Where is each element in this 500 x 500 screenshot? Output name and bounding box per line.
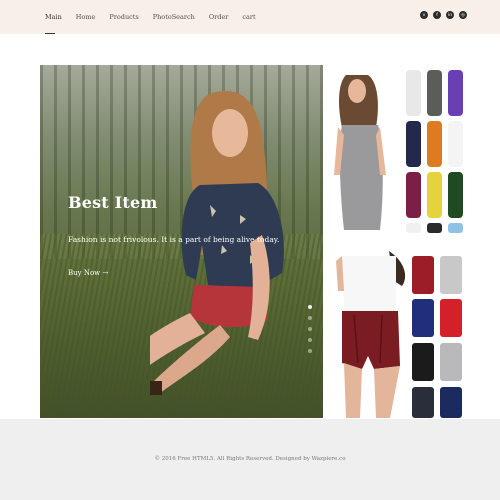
social-links: v f in ◎ <box>420 11 467 19</box>
slider-dot[interactable] <box>308 316 312 320</box>
top-navigation-bar: Main Home Products PhotoSearch Order car… <box>0 0 500 34</box>
buy-now-button[interactable]: Buy Now → <box>68 269 108 277</box>
nav-item-home[interactable]: Home <box>76 13 96 21</box>
hero-title: Best Item <box>68 193 158 212</box>
hero-slider: Best Item Fashion is not frivolous. It i… <box>40 65 323 418</box>
slider-dot[interactable] <box>308 338 312 342</box>
slider-dot[interactable] <box>308 305 312 309</box>
site-footer: © 2016 Free HTML5. All Rights Reserved. … <box>0 419 500 500</box>
dribbble-icon[interactable]: ◎ <box>459 11 467 19</box>
nav-item-main[interactable]: Main <box>45 13 62 34</box>
buy-now-label: Buy Now <box>68 269 101 277</box>
shorts-image <box>334 251 467 418</box>
copyright-text: © 2016 Free HTML5. All Rights Reserved. … <box>154 456 346 462</box>
slider-dot[interactable] <box>308 327 312 331</box>
slider-dot[interactable] <box>308 349 312 353</box>
product-tile-tank-tops[interactable] <box>334 65 467 233</box>
nav-item-cart[interactable]: cart <box>242 13 255 21</box>
vimeo-icon[interactable]: v <box>420 11 428 19</box>
tank-tops-image <box>334 65 467 233</box>
main-nav: Main Home Products PhotoSearch Order car… <box>45 13 270 34</box>
slider-dots <box>308 305 312 353</box>
linkedin-icon[interactable]: in <box>446 11 454 19</box>
nav-item-photosearch[interactable]: PhotoSearch <box>153 13 195 21</box>
nav-item-products[interactable]: Products <box>109 13 138 21</box>
arrow-right-icon: → <box>102 269 109 277</box>
hero-model-image <box>150 90 284 395</box>
hero-subtitle: Fashion is not frivolous. It is a part o… <box>68 235 280 244</box>
facebook-icon[interactable]: f <box>433 11 441 19</box>
product-tile-shorts[interactable] <box>334 251 467 418</box>
nav-item-order[interactable]: Order <box>209 13 229 21</box>
